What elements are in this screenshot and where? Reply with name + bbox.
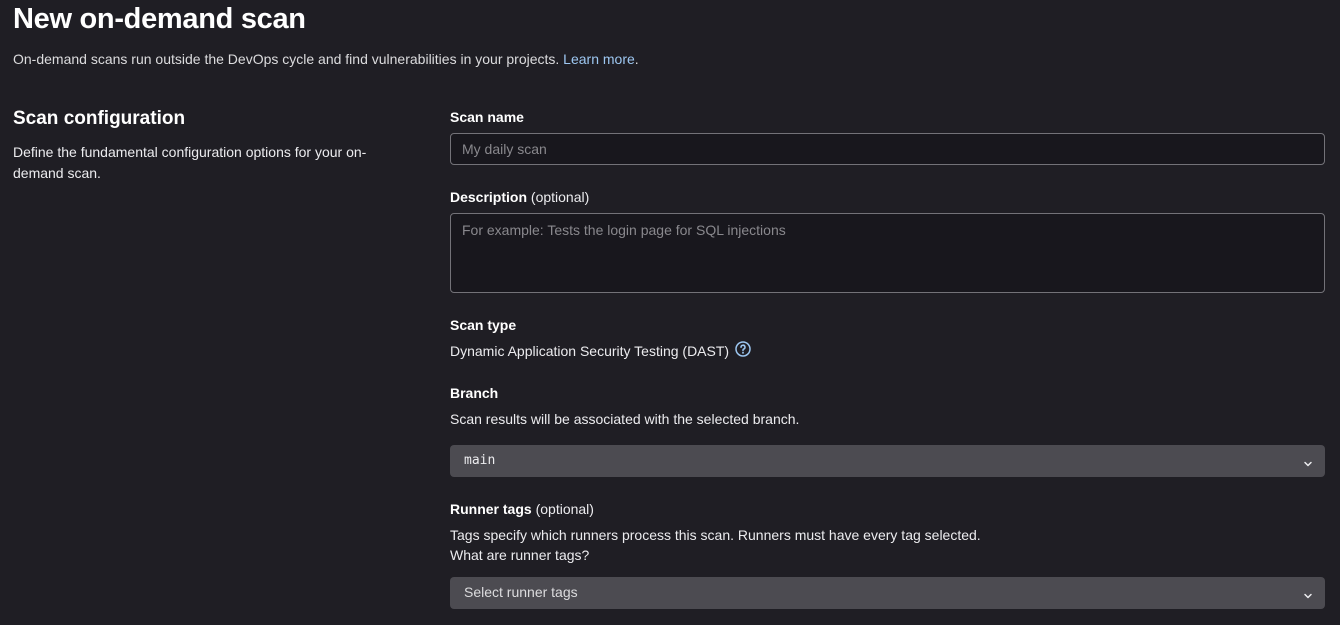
section-title: Scan configuration	[13, 108, 186, 129]
page-description: On-demand scans run outside the DevOps c…	[13, 51, 639, 67]
question-circle-icon[interactable]	[735, 341, 751, 360]
scan-name-input[interactable]	[450, 133, 1325, 165]
branch-label: Branch	[450, 385, 499, 401]
runner-tags-placeholder: Select runner tags	[464, 584, 578, 600]
page-description-text: On-demand scans run outside the DevOps c…	[13, 51, 560, 67]
runner-tags-dropdown[interactable]: Select runner tags	[450, 577, 1325, 609]
chevron-down-icon	[1303, 456, 1313, 474]
chevron-down-icon	[1303, 588, 1313, 606]
scan-type-label: Scan type	[450, 317, 517, 333]
branch-dropdown[interactable]: main	[450, 445, 1325, 477]
section-description: Define the fundamental configuration opt…	[13, 144, 367, 181]
on-demand-scan-page: New on-demand scan On-demand scans run o…	[0, 0, 1340, 625]
runner-tags-link[interactable]: What are runner tags?	[450, 547, 589, 563]
description-label-text: Description	[450, 189, 528, 205]
description-period: .	[634, 51, 639, 67]
scan-type-value: Dynamic Application Security Testing (DA…	[450, 343, 730, 359]
branch-help-text: Scan results will be associated with the…	[450, 411, 800, 427]
scan-type-value-row: Dynamic Application Security Testing (DA…	[450, 341, 751, 360]
description-optional-text: (optional)	[530, 189, 590, 205]
description-label: Description (optional)	[450, 189, 589, 205]
learn-more-link[interactable]: Learn more	[563, 51, 635, 67]
runner-tags-optional-text: (optional)	[535, 501, 594, 517]
runner-tags-label: Runner tags (optional)	[450, 501, 594, 517]
runner-tags-help-text: Tags specify which runners process this …	[450, 527, 981, 543]
page-title: New on-demand scan	[13, 3, 306, 35]
branch-selected-value: main	[464, 453, 496, 468]
scan-name-label: Scan name	[450, 109, 524, 125]
runner-tags-label-text: Runner tags	[450, 501, 532, 517]
description-textarea[interactable]	[450, 213, 1325, 293]
